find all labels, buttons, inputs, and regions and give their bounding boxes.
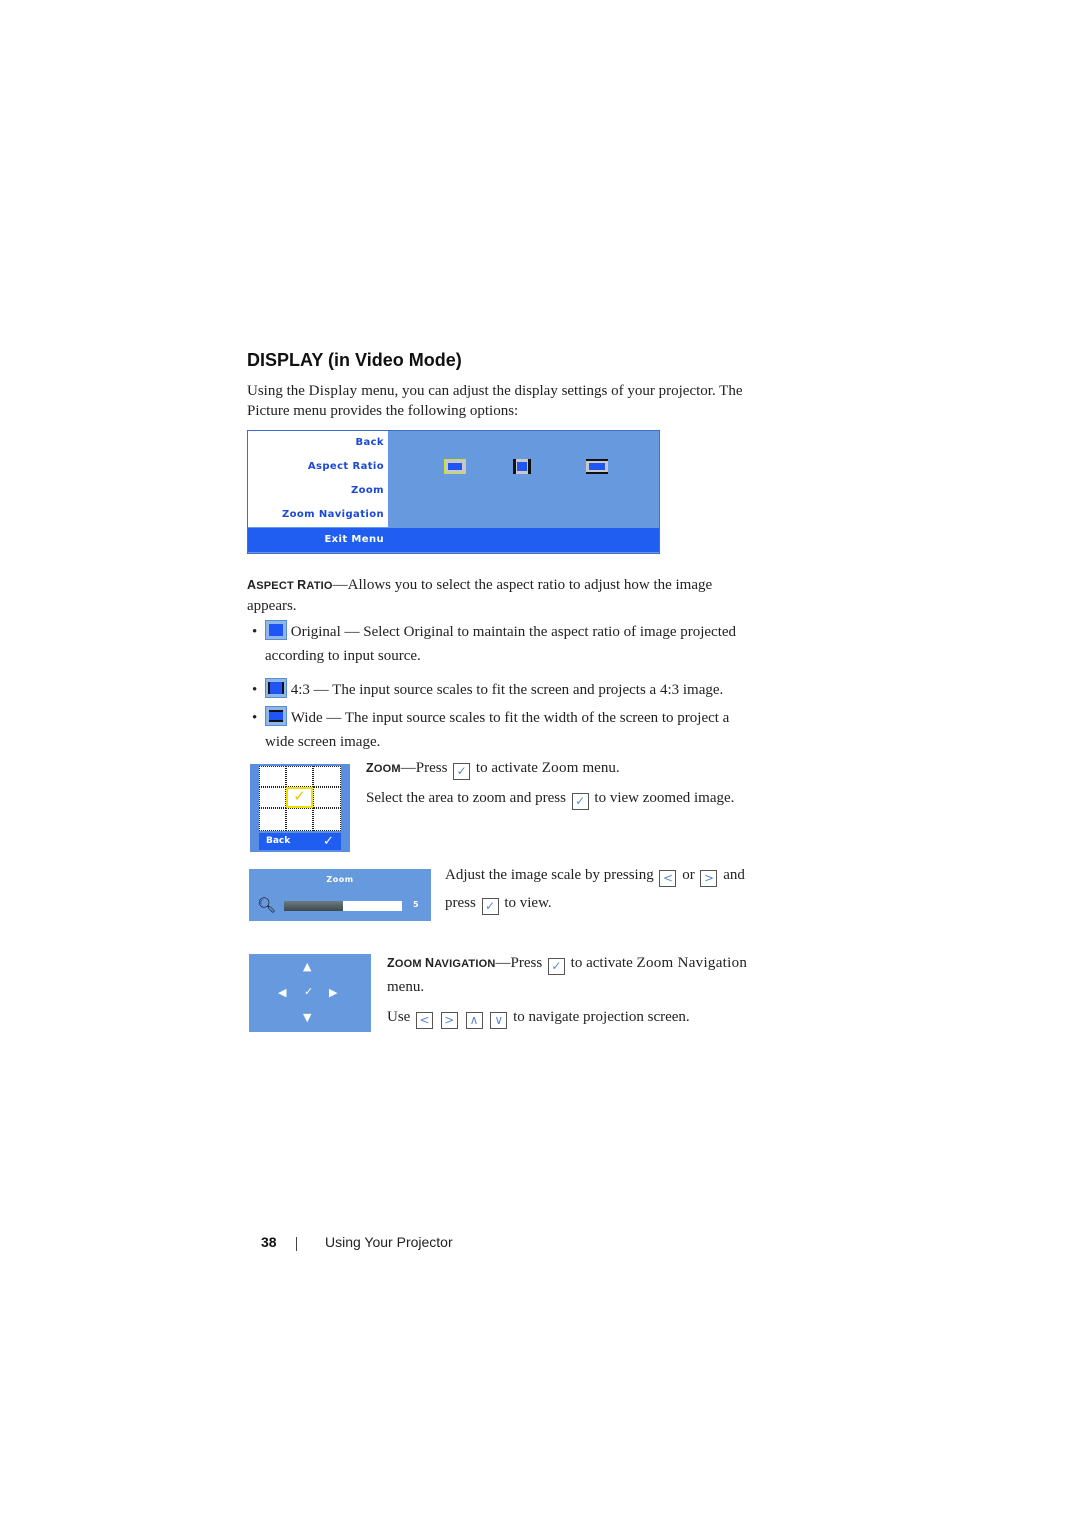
zoom-slider-fill [284,901,343,911]
zoom-cell[interactable] [286,766,313,787]
aspect-ratio-term: ASPECT RATIO [247,578,333,592]
4-3-aspect-icon [264,678,287,698]
zoom-slider-title: Zoom [326,875,354,884]
osd-item-zoom[interactable]: Zoom [248,479,388,503]
zoom-area-grid: ✓ Back ✓ [250,764,350,852]
original-aspect-icon [264,620,287,640]
bullet-icon: • [252,710,258,726]
zoom-navigation-description: ZOOM NAVIGATION—Press ✓ to activate Zoom… [387,955,748,1029]
zoom-cell-selected[interactable]: ✓ [286,787,313,808]
right-key-icon: > [440,1012,458,1029]
chapter-title: Using Your Projector [325,1234,453,1250]
zoom-navigation-term: ZOOM NAVIGATION [387,956,496,970]
zoom-navigation-panel: ▲ ◀ ✓ ▶ ▼ [249,954,371,1032]
magnifier-icon: 🔍︎ [257,896,277,914]
arrow-up-icon[interactable]: ▲ [303,960,311,973]
zoom-cell[interactable] [313,766,341,787]
arrow-left-icon[interactable]: ◀ [278,986,286,999]
aspect-ratio-text: —Allows you to select the aspect ratio t… [332,577,713,593]
zoom-grid-back-button[interactable]: Back ✓ [259,833,341,850]
osd-item-aspect-ratio[interactable]: Aspect Ratio [248,455,388,479]
check-icon: ✓ [323,834,334,849]
bullet-text: Original — Select Original to maintain t… [290,624,737,640]
enter-key-icon: ✓ [453,763,471,780]
wide-aspect-icon[interactable] [586,459,608,474]
check-icon: ✓ [304,985,314,998]
back-label: Back [266,836,291,846]
section-title: DISPLAY (in Video Mode) [247,350,462,370]
aspect-ratio-text: appears. [247,598,297,614]
enter-key-icon: ✓ [481,898,499,915]
bullet-wide: • Wide — The input source scales to fit … [252,706,812,752]
zoom-description: ZOOM—Press ✓ to activate Zoom menu. Sele… [366,760,735,810]
bullet-icon: • [252,624,258,640]
intro-text: menu, you can adjust the display setting… [357,383,743,399]
zoom-scale-panel: Zoom 🔍︎ 5 [249,869,431,921]
zoom-term: ZOOM [366,761,401,775]
intro-text: Picture menu provides the following opti… [247,403,519,419]
check-icon: ✓ [658,506,671,524]
check-icon: ✓ [658,434,671,452]
enter-key-icon: ✓ [547,958,565,975]
intro-text: Using the [247,383,309,399]
page-number: 38 [261,1234,277,1250]
4-3-aspect-icon[interactable] [513,459,531,474]
check-icon: ✓ [293,789,306,805]
wide-aspect-icon [264,706,287,726]
bullet-text: Wide — The input source scales to fit th… [290,710,730,726]
right-key-icon: > [700,870,718,887]
bullet-4-3: • 4:3 — The input source scales to fit t… [252,678,812,700]
bullet-original: • Original — Select Original to maintain… [252,620,812,666]
check-glyph: ✓ [658,531,671,549]
zoom-cell[interactable] [259,808,286,831]
left-key-icon: < [416,1012,434,1029]
osd-item-back[interactable]: Back [248,431,388,455]
check-icon: ✓ [658,530,671,550]
up-key-icon: ∧ [465,1012,483,1029]
osd-item-exit-menu[interactable]: Exit Menu ✓ [248,528,671,552]
original-aspect-icon[interactable] [444,459,466,474]
zoom-cell[interactable] [313,787,341,808]
zoom-navigation-name: Zoom Navigation [636,955,748,971]
zoom-cell[interactable] [259,787,286,808]
zoom-slider-value: 5 [413,900,419,909]
exit-menu-label: Exit Menu [324,534,384,545]
zoom-slider[interactable] [284,901,402,911]
bullet-icon: • [252,682,258,698]
footer-divider [296,1237,297,1251]
intro-menu-name: Display [308,383,358,399]
down-key-icon: ∨ [490,1012,508,1029]
left-key-icon: < [659,870,677,887]
aspect-ratio-description: ASPECT RATIO—Allows you to select the as… [247,575,807,616]
arrow-right-icon[interactable]: ▶ [329,986,337,999]
arrow-down-icon[interactable]: ▼ [303,1011,311,1024]
bullet-text: wide screen image. [265,734,381,750]
bullet-text: 4:3 — The input source scales to fit the… [290,682,724,698]
zoom-scale-description: Adjust the image scale by pressing < or … [445,867,745,915]
zoom-cell[interactable] [286,808,313,831]
bullet-text: according to input source. [265,648,421,664]
check-icon: ✓ [658,482,671,500]
intro-paragraph: Using the Display menu, you can adjust t… [247,381,807,421]
display-osd-menu: Back ✓ Aspect Ratio Zoom ✓ Zoom Navigati… [247,430,671,554]
osd-item-zoom-navigation[interactable]: Zoom Navigation [248,503,388,527]
zoom-cell[interactable] [313,808,341,831]
zoom-cell[interactable] [259,766,286,787]
enter-key-icon: ✓ [571,793,589,810]
zoom-menu-name: Zoom [541,760,579,776]
